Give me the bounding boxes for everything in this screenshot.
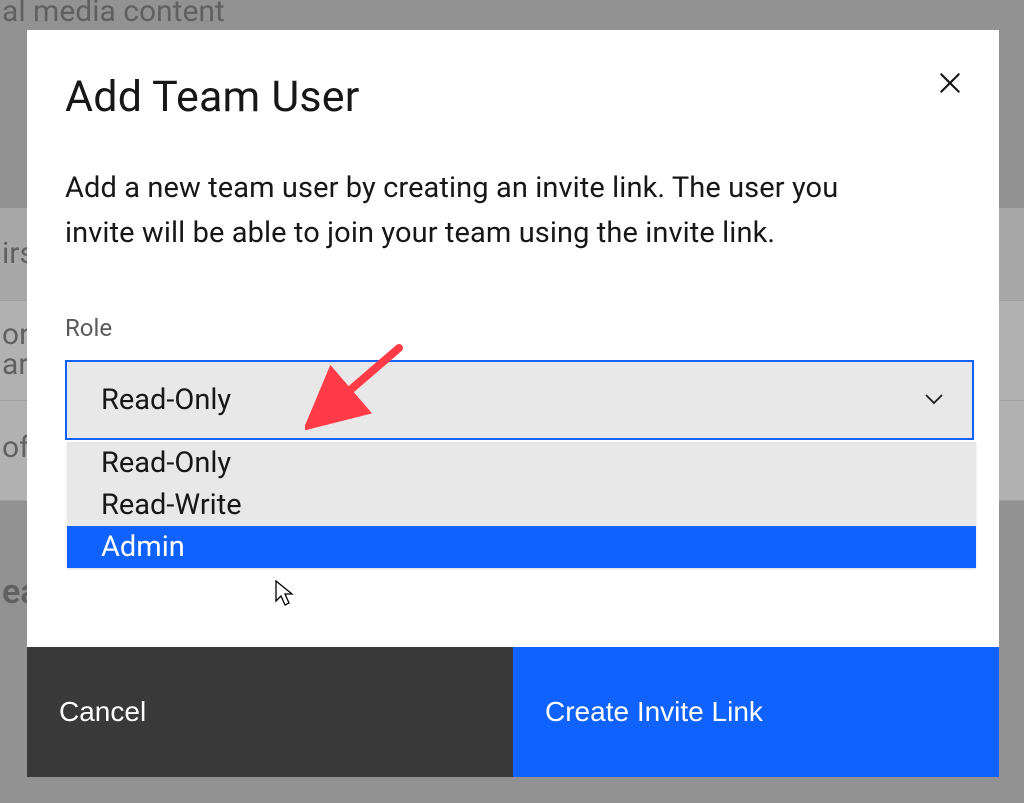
role-select-value: Read-Only	[101, 383, 231, 417]
role-option-label: Admin	[101, 530, 185, 564]
modal-title: Add Team User	[65, 72, 961, 122]
create-button-label: Create Invite Link	[545, 696, 763, 728]
close-button[interactable]	[933, 66, 967, 100]
role-select[interactable]: Read-Only Read-Only Read-Write Admin	[65, 360, 974, 440]
role-option-read-write[interactable]: Read-Write	[67, 484, 976, 526]
role-label: Role	[65, 314, 961, 342]
role-option-admin[interactable]: Admin	[67, 526, 976, 568]
create-invite-link-button[interactable]: Create Invite Link	[513, 647, 999, 777]
close-icon	[937, 70, 963, 96]
modal-body: Add Team User Add a new team user by cre…	[27, 30, 999, 647]
role-option-read-only[interactable]: Read-Only	[67, 442, 976, 484]
chevron-down-icon	[924, 390, 944, 409]
modal-footer: Cancel Create Invite Link	[27, 647, 999, 777]
role-option-label: Read-Write	[101, 488, 242, 522]
role-option-label: Read-Only	[101, 446, 231, 480]
modal-description: Add a new team user by creating an invit…	[65, 166, 865, 256]
cancel-button-label: Cancel	[59, 696, 146, 728]
cancel-button[interactable]: Cancel	[27, 647, 513, 777]
role-dropdown: Read-Only Read-Write Admin	[67, 442, 976, 568]
add-team-user-modal: Add Team User Add a new team user by cre…	[27, 30, 999, 777]
